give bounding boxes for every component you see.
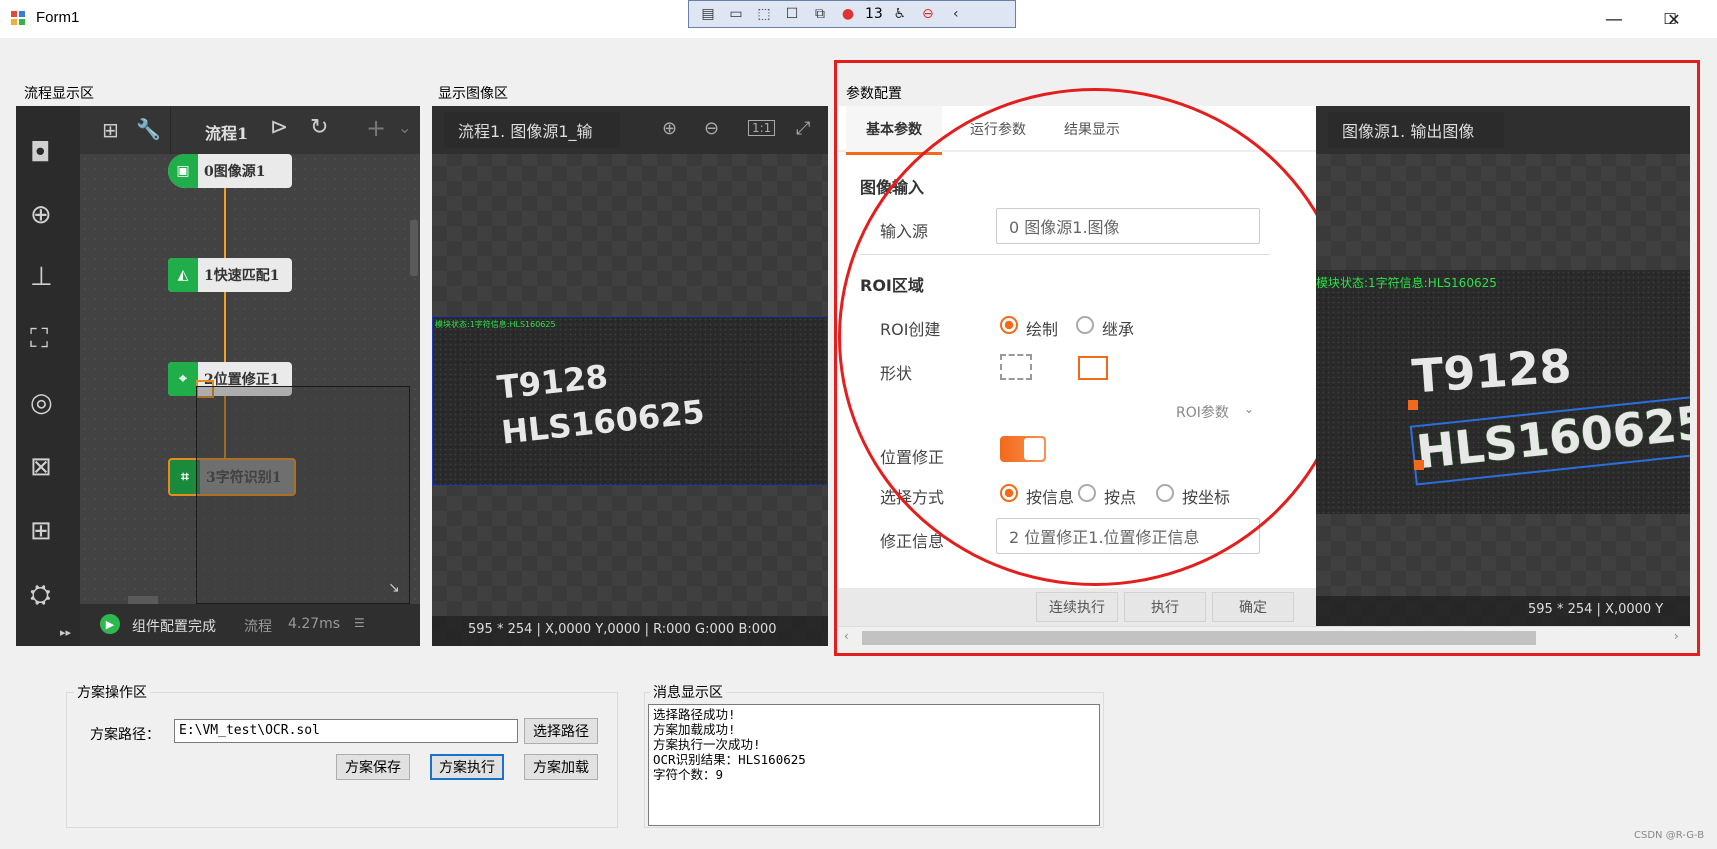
preview-source-dropdown[interactable]: 图像源1. 输出图像 (1328, 112, 1504, 148)
preview-line-1: T9128 (1410, 338, 1574, 404)
window-title: Form1 (36, 9, 80, 26)
target-icon[interactable]: ⊕ (30, 200, 66, 230)
run-time: 4.27ms (288, 616, 341, 632)
flow-canvas[interactable]: ▣ 0图像源1 ◭ 1快速匹配1 ⌖ 2位置修正1 ⌗ 3字符识别1 ↘ (80, 154, 420, 604)
calibrate-icon[interactable]: ⊠ (30, 452, 66, 482)
flow-toolbar: ⊞ 🔧 流程1 ⊳ ↻ + ⌄ (80, 106, 420, 155)
layout-icon[interactable]: ☐ (781, 4, 803, 24)
message-line: 方案执行一次成功! (653, 737, 761, 752)
flow-panel: ⊞ 🔧 流程1 ⊳ ↻ + ⌄ ▣ 0图像源1 ◭ 1快速匹配1 ⌖ 2位置修正1 ⌗… (16, 106, 420, 646)
recognize-icon[interactable]: ◎ (30, 388, 66, 418)
run-solution-button[interactable]: 方案执行 (430, 754, 504, 780)
flow-node[interactable]: ◭ 1快速匹配1 (168, 258, 292, 292)
measure-icon[interactable]: ⊥ (30, 262, 66, 292)
wrench-icon[interactable]: 🔧 (136, 117, 161, 141)
path-label: 方案路径： (90, 727, 160, 743)
calculate-icon[interactable]: ⊞ (30, 516, 66, 546)
hierarchy-icon[interactable]: ⊞ (102, 118, 119, 142)
debug-count: 13 (865, 6, 883, 22)
zoom-out-icon[interactable]: ⊖ (704, 118, 719, 139)
bug-icon: ● (841, 6, 855, 22)
image-icon: ▣ (168, 154, 198, 188)
preview-panel[interactable]: 图像源1. 输出图像 模块状态:1字符信息:HLS160625 T9128 HL… (1316, 106, 1690, 626)
params-h-scrollbar[interactable]: ‹ › (838, 626, 1690, 649)
live-tree-icon[interactable]: ▤ (697, 4, 719, 24)
scrollbar[interactable] (410, 220, 418, 276)
solution-group-label: 方案操作区 (74, 682, 150, 702)
debug-toolbar: ▤ ▭ ⬚ ☐ ⧉ ● 13 ♿ ⊖ ‹ (688, 0, 1016, 28)
scroll-thumb[interactable] (862, 631, 1536, 645)
expand-icon[interactable]: ▸▸ (60, 626, 71, 639)
continuous-execute-button[interactable]: 连续执行 (1036, 592, 1118, 622)
image-view-panel[interactable]: 流程1. 图像源1_输 ⊕ ⊖ 1:1 ⤢ 模块状态:1字符信息:HLS1606… (432, 106, 828, 646)
scroll-right-icon[interactable]: › (1674, 629, 1679, 643)
flow-node[interactable]: ▣ 0图像源1 (168, 154, 292, 188)
execute-button[interactable]: 执行 (1124, 592, 1206, 622)
message-line: 方案加载成功! (653, 722, 736, 737)
preview-overlay-text: 模块状态:1字符信息:HLS160625 (1316, 276, 1497, 290)
focus-icon[interactable]: ⛶ (30, 324, 66, 355)
path-input[interactable]: E:\VM_test\OCR.sol (174, 719, 518, 743)
ocr-line-1: T9128 (495, 357, 610, 407)
overlay-text: 模块状态:1字符信息:HLS160625 (435, 320, 556, 329)
play-icon[interactable]: ▶ (100, 614, 120, 634)
run-once-icon[interactable]: ⊳ (270, 115, 288, 140)
chevron-down-icon[interactable]: ⌄ (398, 118, 411, 137)
app-icon (11, 11, 25, 25)
highlight-circle (838, 88, 1352, 586)
message-line: 选择路径成功! (653, 707, 736, 722)
run-loop-icon[interactable]: ↻ (310, 115, 328, 140)
resize-icon[interactable]: ↘ (388, 580, 400, 596)
h-scrollbar[interactable] (128, 596, 158, 604)
video-icon[interactable]: ▭ (725, 4, 747, 24)
image-source-dropdown[interactable]: 流程1. 图像源1_输 (444, 112, 620, 148)
stop-icon[interactable]: ⊖ (917, 4, 939, 24)
log-icon[interactable]: ☰ (354, 616, 365, 630)
flow-title: 流程1 (205, 124, 249, 143)
scroll-left-icon[interactable]: ‹ (844, 629, 849, 643)
minimize-button[interactable]: — (1586, 0, 1642, 38)
match-icon: ◭ (168, 258, 198, 292)
minimap[interactable] (196, 386, 410, 604)
messages-group-label: 消息显示区 (650, 682, 726, 702)
actual-size-icon[interactable]: 1:1 (748, 120, 776, 136)
accessibility-icon[interactable]: ♿ (889, 4, 911, 24)
ok-button[interactable]: 确定 (1212, 592, 1294, 622)
select-path-button[interactable]: 选择路径 (524, 718, 598, 744)
tool-sidebar (16, 106, 80, 646)
status-flow-label: 流程 (244, 619, 272, 635)
track-focus-icon[interactable]: ⧉ (809, 4, 831, 24)
message-line: 字符个数：9 (653, 767, 724, 782)
close-button[interactable]: ✕ (1646, 0, 1702, 38)
image-canvas[interactable]: 模块状态:1字符信息:HLS160625 T9128 HLS160625 (432, 316, 828, 486)
save-solution-button[interactable]: 方案保存 (336, 754, 410, 780)
preview-canvas[interactable]: 模块状态:1字符信息:HLS160625 T9128 HLS160625 (1316, 270, 1690, 514)
title-bar: Form1 ▤ ▭ ⬚ ☐ ⧉ ● 13 ♿ ⊖ ‹ — ☐ (0, 0, 1717, 38)
select-element-icon[interactable]: ⬚ (753, 4, 775, 24)
flow-group-label: 流程显示区 (24, 85, 94, 101)
camera-icon[interactable]: ◘ (30, 138, 66, 168)
roi-handle[interactable] (1408, 400, 1418, 410)
flow-status-bar: ▶ 组件配置完成 流程 4.27ms ☰ (80, 604, 420, 646)
image-info: 595 * 254 | X,0000 Y,0000 | R:000 G:000 … (468, 622, 777, 637)
message-line: OCR识别结果：HLS160625 (653, 752, 806, 767)
zoom-in-icon[interactable]: ⊕ (662, 118, 677, 139)
preview-info: 595 * 254 | X,0000 Y (1528, 602, 1664, 617)
status-text: 组件配置完成 (132, 619, 216, 635)
fit-icon[interactable]: ⤢ (796, 118, 810, 139)
roi-handle[interactable] (1414, 460, 1424, 470)
image-settings-icon[interactable]: ⛭ (30, 580, 66, 611)
image-group-label: 显示图像区 (438, 85, 508, 101)
messages-textbox[interactable]: 选择路径成功! 方案加载成功! 方案执行一次成功! OCR识别结果：HLS160… (648, 704, 1100, 826)
position-icon: ⌖ (168, 362, 198, 396)
load-solution-button[interactable]: 方案加载 (524, 754, 598, 780)
watermark: CSDN @R-G-B (1634, 830, 1705, 841)
collapse-icon[interactable]: ‹ (945, 4, 967, 24)
add-icon[interactable]: + (366, 114, 386, 142)
